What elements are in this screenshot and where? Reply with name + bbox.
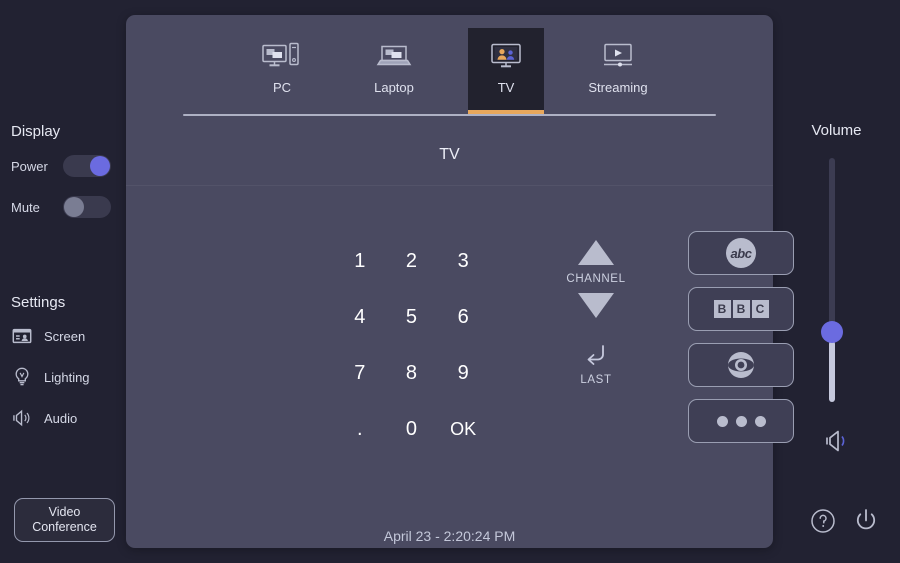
numeric-keypad: 1 2 3 4 5 6 7 8 9 . 0 OK [334,233,489,457]
tab-laptop[interactable]: Laptop [356,28,432,114]
key-6[interactable]: 6 [437,289,489,345]
display-section-heading: Display [11,123,61,140]
mute-toggle-knob [64,197,84,217]
tab-pc[interactable]: PC [244,28,320,114]
sidebar-item-label: Lighting [44,369,90,385]
sidebar-item-lighting[interactable]: Lighting [11,366,121,388]
video-conference-button[interactable]: Video Conference [14,498,115,542]
key-1[interactable]: 1 [334,233,386,289]
cbs-eye-icon [724,350,758,380]
video-conference-line2: Conference [32,520,97,534]
clock-display: April 23 - 2:20:24 PM [383,528,516,544]
sidebar-item-screen[interactable]: Screen [11,325,121,347]
help-circle-icon[interactable] [810,508,836,534]
triangle-up-icon[interactable] [578,240,614,265]
tv-people-icon [486,40,526,74]
mute-toggle-row: Mute [11,196,116,218]
tab-label: Laptop [374,80,414,95]
power-toggle-knob [90,156,110,176]
laptop-icon [374,40,414,74]
key-3[interactable]: 3 [437,233,489,289]
power-toggle-label: Power [11,158,48,174]
channel-controls: CHANNEL LAST [561,240,631,386]
bbc-logo-icon: B B C [713,300,769,318]
abc-logo-icon: abc [726,238,756,268]
video-play-icon [598,40,638,74]
more-dots-icon [716,415,766,427]
left-sidebar: Display Power Mute Settings Screen Light… [0,0,126,563]
key-8[interactable]: 8 [386,345,438,401]
tab-label: PC [272,80,292,95]
bbc-letter: B [732,300,750,318]
source-tab-bar: PC Laptop TV Streaming [126,15,773,114]
power-toggle-row: Power [11,155,116,177]
tab-streaming[interactable]: Streaming [580,28,656,114]
volume-slider-thumb[interactable] [821,321,843,343]
key-ok[interactable]: OK [437,401,489,457]
screen-icon [11,325,33,347]
mute-toggle-label: Mute [11,199,40,215]
power-toggle[interactable] [63,155,111,177]
return-arrow-icon [581,342,611,368]
key-7[interactable]: 7 [334,345,386,401]
right-sidebar: Volume [773,0,900,563]
lightbulb-icon [11,366,33,388]
sidebar-item-label: Audio [44,410,78,426]
channel-label: CHANNEL [566,273,626,285]
mute-toggle[interactable] [63,196,111,218]
key-5[interactable]: 5 [386,289,438,345]
key-4[interactable]: 4 [334,289,386,345]
sidebar-item-label: Screen [44,328,86,344]
speaker-wave-icon[interactable] [823,427,851,455]
key-dot[interactable]: . [334,401,386,457]
settings-section-heading: Settings [11,294,66,311]
volume-heading: Volume [811,122,862,139]
tab-label: TV [497,80,515,95]
key-9[interactable]: 9 [437,345,489,401]
power-icon[interactable] [851,506,881,536]
desktop-pc-icon [262,40,302,74]
main-panel: PC Laptop TV Streaming TV 1 2 3 4 5 6 7 … [126,15,794,548]
bbc-letter: C [751,300,769,318]
video-conference-line1: Video [48,505,81,519]
speaker-icon [11,407,33,429]
volume-slider[interactable] [821,158,843,402]
key-2[interactable]: 2 [386,233,438,289]
last-label: LAST [580,374,612,386]
tab-label: Streaming [588,80,648,95]
last-button[interactable]: LAST [580,342,611,386]
triangle-down-icon[interactable] [578,293,614,318]
bbc-letter: B [713,300,731,318]
sidebar-item-audio[interactable]: Audio [11,407,121,429]
volume-track-fill [829,341,835,402]
key-0[interactable]: 0 [386,401,438,457]
current-source-title: TV [439,146,460,163]
tab-tv[interactable]: TV [468,28,544,114]
panel-divider [126,185,773,186]
tab-divider [183,114,716,116]
